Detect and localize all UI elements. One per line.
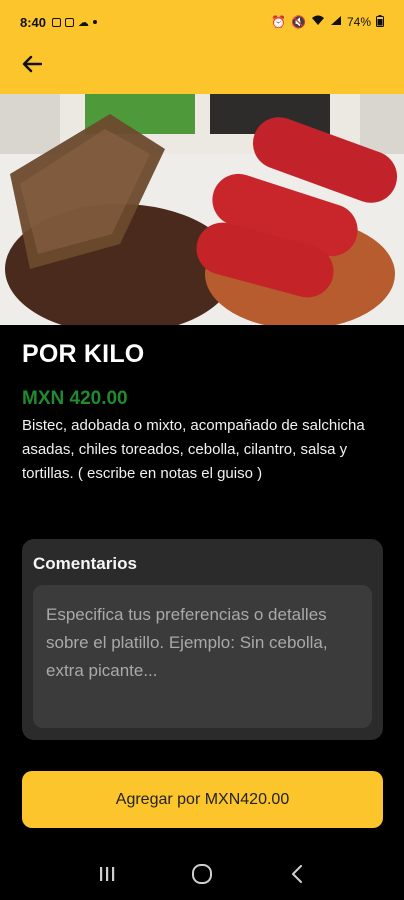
back-button[interactable]	[16, 48, 48, 80]
recents-icon	[100, 867, 115, 881]
back-icon	[291, 865, 302, 883]
comments-label: Comentarios	[33, 554, 137, 573]
system-icons: ⏰ 🔇 74%	[271, 14, 384, 30]
comments-placeholder: Especifica tus preferencias o detalles s…	[46, 605, 328, 680]
home-icon	[191, 864, 212, 884]
product-title: POR KILO	[22, 340, 145, 368]
notification-icons: ☁	[52, 16, 98, 29]
cloud-icon: ☁	[78, 16, 90, 29]
status-bar: 8:40 ☁ ⏰ 🔇 74%	[0, 0, 404, 44]
product-price: MXN 420.00	[22, 388, 128, 409]
comments-input[interactable]: Especifica tus preferencias o detalles s…	[33, 585, 372, 728]
status-time: 8:40	[20, 14, 47, 30]
gallery-icon	[52, 17, 62, 27]
messenger-icon	[65, 17, 75, 27]
signal-icon	[330, 15, 342, 29]
battery-label: 74%	[346, 15, 371, 29]
alarm-icon: ⏰	[271, 15, 287, 29]
nav-back-button[interactable]	[277, 854, 317, 894]
product-image	[0, 94, 404, 325]
comments-card: Comentarios Especifica tus preferencias …	[22, 539, 383, 740]
home-button[interactable]	[182, 854, 222, 894]
system-nav-bar	[0, 848, 404, 900]
arrow-left-icon	[22, 55, 42, 73]
recents-button[interactable]	[87, 854, 127, 894]
wifi-icon	[311, 15, 325, 29]
more-dot-icon	[93, 20, 98, 24]
product-description: Bistec, adobada o mixto, acompañado de s…	[22, 417, 365, 482]
mute-icon: 🔇	[291, 15, 306, 29]
battery-icon	[376, 14, 384, 30]
add-to-cart-button[interactable]: Agregar por MXN420.00	[22, 771, 383, 828]
